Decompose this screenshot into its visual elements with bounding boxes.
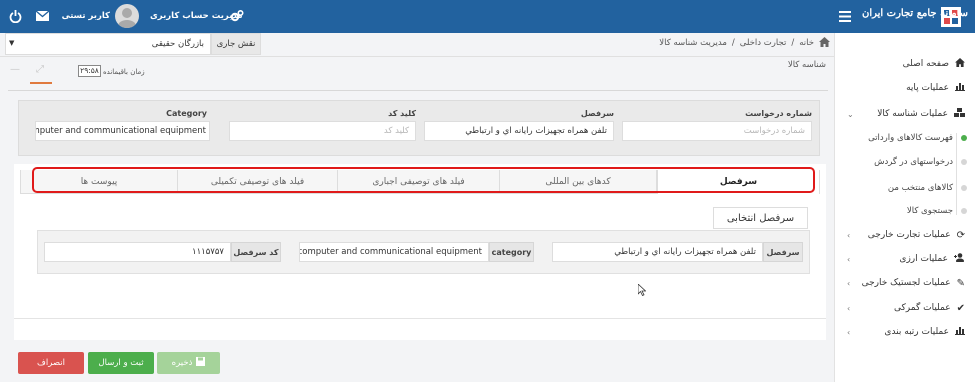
submenu-line	[956, 133, 957, 215]
top-bar: سامانه جامع تجارت ایران مدیریت حساب کارب…	[0, 0, 975, 33]
sidebar-item-foreign-trade[interactable]: ‹ عملیات تجارت خارجی ⟳	[841, 226, 965, 244]
sidebar-item-goods-id[interactable]: ⌄ عملیات شناسه کالا	[841, 105, 965, 123]
sidebar-item-home[interactable]: صفحه اصلی	[841, 55, 965, 73]
tab-bar: سرفصل کدهای بین المللی فیلد های توصیفی ا…	[14, 164, 826, 198]
logo-text: سامانه جامع تجارت ایران	[862, 8, 969, 19]
request-summary-card: شماره درخواست شماره درخواست سرفصل تلفن ه…	[18, 100, 820, 156]
chevron-left-icon: ‹	[847, 230, 851, 240]
cubes-icon	[954, 107, 965, 121]
chevron-left-icon: ‹	[847, 303, 851, 313]
power-icon[interactable]	[8, 9, 22, 23]
page-title: شناسه کالا	[787, 60, 826, 70]
sidebar-item-base-operations[interactable]: عملیات پایه	[841, 79, 965, 97]
submit-button[interactable]: ثبت و ارسال	[88, 352, 154, 374]
breadcrumb-home[interactable]: خانه	[799, 38, 814, 48]
home-icon	[955, 58, 965, 70]
active-dot	[961, 135, 967, 141]
selected-category-label: category	[489, 242, 534, 262]
account-management-link[interactable]: مدیریت حساب کاربری	[150, 11, 243, 21]
selected-heading-field[interactable]: تلفن همراه تجهیزات رایانه اي و ارتباطي	[552, 242, 763, 262]
sidebar-subitem-pending-requests[interactable]: درخواستهای در گردش	[841, 153, 967, 171]
chevron-left-icon: ‹	[847, 327, 851, 337]
save-label: ذخیره	[171, 358, 193, 368]
timer-label: زمان باقیمانده	[103, 68, 145, 76]
role-value: بازرگان حقیقی	[151, 39, 204, 49]
breadcrumb: مدیریت شناسه کالا / تجارت داخلی / خانه	[640, 36, 830, 50]
dot	[961, 208, 967, 214]
key-code-label: کلید کد	[388, 109, 416, 118]
sidebar-item-foreign-logistics[interactable]: ‹ عملیات لجستیک خارجی ✎	[841, 274, 965, 292]
edit-icon: ✎	[956, 277, 965, 289]
category-field[interactable]: computer and communicational equipment	[35, 121, 210, 141]
page-divider	[8, 90, 828, 91]
home-icon[interactable]	[819, 36, 830, 50]
sidebar-subitem-my-selected-goods[interactable]: کالاهای منتخب من	[841, 179, 967, 197]
tab-attachments[interactable]: پیوست ها	[20, 170, 178, 194]
expand-icon[interactable]: ⤢	[36, 64, 44, 75]
avatar[interactable]	[115, 4, 139, 28]
chevron-left-icon: ‹	[847, 278, 851, 288]
heading-field[interactable]: تلفن همراه تجهیزات رایانه اي و ارتباطي	[424, 121, 614, 141]
role-label: نقش جاری	[211, 33, 261, 55]
tab-mandatory-fields[interactable]: فیلد های توصیفی اجباری	[338, 170, 500, 194]
category-value: computer and communicational equipment	[35, 126, 206, 136]
selected-heading-legend: سرفصل انتخابی	[713, 207, 808, 229]
selected-category-field[interactable]: computer and communicational equipment	[299, 242, 489, 262]
save-button[interactable]: ذخیره	[157, 352, 220, 374]
breadcrumb-level1[interactable]: تجارت داخلی	[740, 38, 787, 48]
bar-chart-icon	[955, 326, 965, 338]
dot	[961, 159, 967, 165]
selected-heading-card: سرفصل تلفن همراه تجهیزات رایانه اي و ارت…	[37, 230, 810, 274]
panel-bottom-line	[14, 318, 826, 319]
heading-label: سرفصل	[580, 109, 614, 118]
sidebar-item-currency[interactable]: ‹ عملیات ارزی	[841, 250, 965, 268]
content-divider	[0, 56, 834, 57]
breadcrumb-separator: /	[791, 38, 795, 48]
floppy-icon	[196, 357, 206, 369]
check-icon: ✔	[956, 302, 965, 314]
bar-chart-icon	[955, 82, 965, 94]
chevron-down-icon: ⌄	[847, 109, 854, 119]
sidebar-item-ranking[interactable]: ‹ عملیات رتبه بندی	[841, 323, 965, 341]
sidebar-subitem-goods-search[interactable]: جستجوی کالا	[841, 202, 967, 220]
user-name: کاربر تستی	[61, 11, 110, 21]
timer-value: ۲۹:۵۸	[78, 65, 101, 77]
cancel-button[interactable]: انصراف	[18, 352, 84, 374]
dot	[961, 185, 967, 191]
chevron-down-icon: ▼	[9, 39, 15, 47]
request-number-field[interactable]: شماره درخواست	[622, 121, 812, 141]
mouse-cursor-icon	[637, 283, 647, 299]
heading-code-label: کد سرفصل	[231, 242, 281, 262]
envelope-icon[interactable]	[35, 10, 49, 22]
sidebar-subitem-imported-goods-list[interactable]: فهرست کالاهای وارداتی	[841, 129, 967, 147]
gears-icon[interactable]	[230, 9, 244, 23]
breadcrumb-separator: /	[731, 38, 735, 48]
chevron-left-icon: ‹	[847, 254, 851, 264]
category-label: Category	[166, 109, 207, 118]
tab-international-codes[interactable]: کدهای بین المللی	[500, 170, 657, 194]
request-number-label: شماره درخواست	[745, 109, 812, 118]
progress-accent	[30, 82, 52, 84]
user-plus-icon	[954, 253, 965, 265]
heading-code-field[interactable]: ۱۱۱۵۷۵۷	[44, 242, 231, 262]
collapse-icon[interactable]: —	[10, 64, 20, 75]
sidebar: صفحه اصلی عملیات پایه ⌄ عملیات شناسه کال…	[834, 33, 975, 382]
key-code-field[interactable]: کلید کد	[229, 121, 416, 141]
tab-heading[interactable]: سرفصل	[657, 170, 820, 194]
tab-supplementary-fields[interactable]: فیلد های توصیفی تکمیلی	[178, 170, 338, 194]
hamburger-icon[interactable]	[838, 10, 852, 22]
refresh-icon: ⟳	[956, 229, 965, 241]
role-select[interactable]: ▼ بازرگان حقیقی	[5, 33, 211, 55]
sidebar-item-customs[interactable]: ‹ عملیات گمرکی ✔	[841, 299, 965, 317]
selected-heading-label: سرفصل	[763, 242, 803, 262]
breadcrumb-level2[interactable]: مدیریت شناسه کالا	[659, 38, 727, 48]
